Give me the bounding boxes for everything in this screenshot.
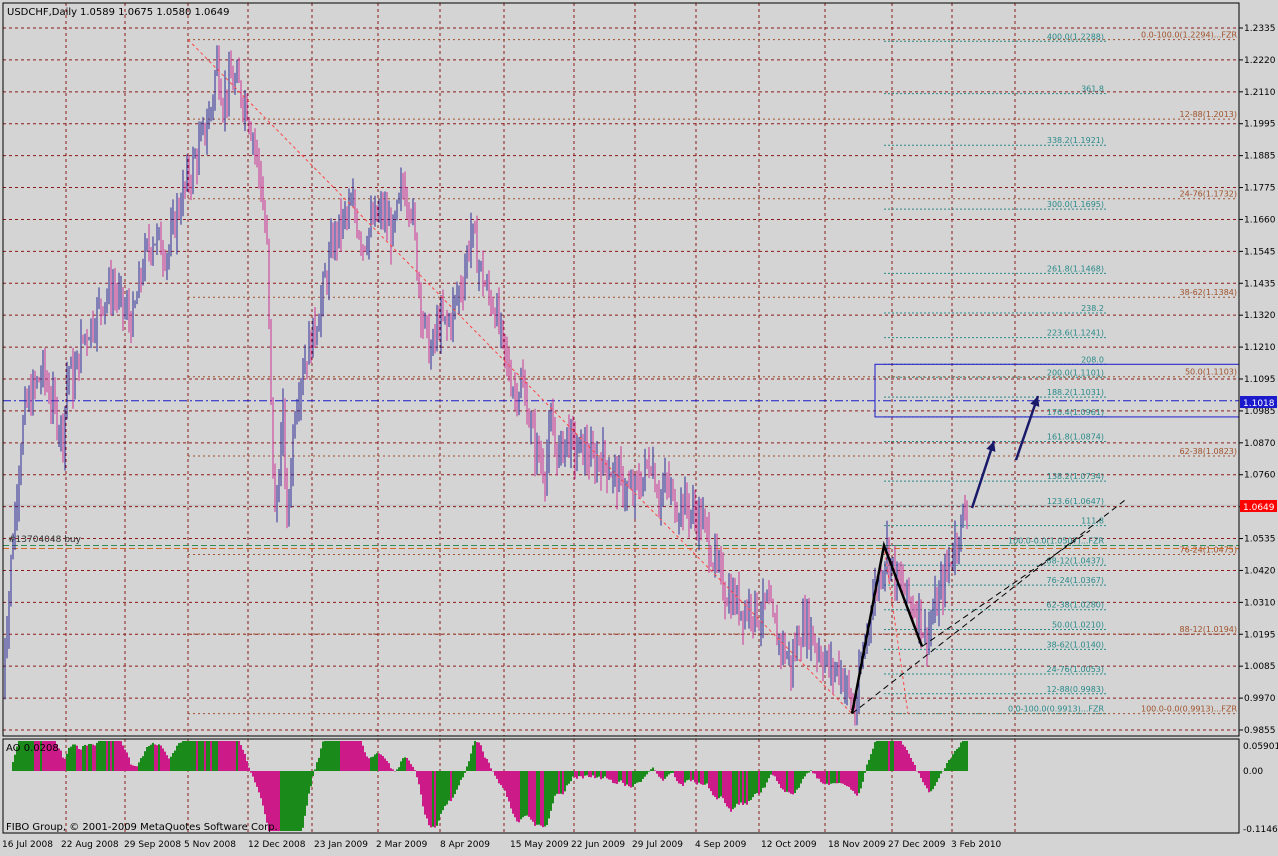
copyright-text: FIBO Group, © 2001-2009 MetaQuotes Softw… xyxy=(6,822,278,833)
fib-level-label: 338.2(1.1921) xyxy=(1047,136,1104,145)
date-tick-label: 2 Mar 2009 xyxy=(376,840,428,850)
crosshair-price-text: 1.1018 xyxy=(1243,399,1275,409)
price-tick-label: 1.1995 xyxy=(1244,120,1276,130)
fib-level-label: 261.8(1.1468) xyxy=(1047,264,1104,273)
date-tick-label: 27 Dec 2009 xyxy=(888,840,946,850)
ao-axis-bottom: -0.11469 xyxy=(1243,825,1278,835)
chart-window[interactable]: 16 Jul 2008 22 Aug 2008 29 Sep 2008 5 Nov 2… xyxy=(0,0,1278,852)
fib-level-label: 24-76(1.0053) xyxy=(1047,665,1104,674)
price-tick-label: 1.0420 xyxy=(1244,566,1276,576)
price-tick-label: 1.1545 xyxy=(1244,247,1276,257)
fib-level-label: 176.4(1.0961) xyxy=(1047,408,1104,417)
price-tick-label: 1.1660 xyxy=(1244,215,1276,225)
current-price-text: 1.0649 xyxy=(1243,503,1275,513)
fib-retracement-label: 76-24(1.0475) xyxy=(1180,546,1237,555)
fib-level-label: 188.2(1.1031) xyxy=(1047,388,1104,397)
date-tick-label: 18 Nov 2009 xyxy=(828,840,886,850)
fib-retracement-label: 100.0-0.0(0.9913)...FZR xyxy=(1141,705,1237,714)
fib-retracement-label: 88-12(1.0194) xyxy=(1180,625,1237,634)
fib-level-label: 50.0(1.0210) xyxy=(1052,621,1104,630)
fib-retracement-label: 0.0-100.0(1.2294)...FZR xyxy=(1141,31,1237,40)
fib-level-label: 238.2 xyxy=(1081,304,1104,313)
chart-background xyxy=(0,0,1278,852)
fib-level-label: 88-12(1.0437) xyxy=(1047,556,1104,565)
price-tick-label: 1.1435 xyxy=(1244,279,1276,289)
price-tick-label: 1.1095 xyxy=(1244,375,1276,385)
symbol-label: USDCHF,Daily xyxy=(7,7,77,18)
price-tick-label: 1.1210 xyxy=(1244,343,1276,353)
ao-label: AO 0.0208 xyxy=(6,743,59,754)
price-tick-label: 0.9970 xyxy=(1244,694,1276,704)
price-tick-label: 1.0085 xyxy=(1244,662,1276,672)
fib-level-label: 138.2(1.0734) xyxy=(1047,472,1104,481)
date-tick-label: 16 Jul 2008 xyxy=(2,840,53,850)
fib-level-label: 161.8(1.0874) xyxy=(1047,433,1104,442)
fib-level-label: 300.0(1.1695) xyxy=(1047,200,1104,209)
price-tick-label: 1.0535 xyxy=(1244,535,1276,545)
price-tick-label: 1.0870 xyxy=(1244,439,1276,449)
fib-level-label: 223.6(1.1241) xyxy=(1047,329,1104,338)
fib-level-label: 62-38(1.0280) xyxy=(1047,601,1104,610)
fib-level-label: 38-62(1.0140) xyxy=(1047,640,1104,649)
date-tick-label: 8 Apr 2009 xyxy=(440,840,490,850)
date-tick-label: 29 Jul 2009 xyxy=(632,840,683,850)
price-tick-label: 1.1320 xyxy=(1244,311,1276,321)
fib-retracement-label: 50.0(1.1103) xyxy=(1185,368,1237,377)
fib-level-label: 76-24(1.0367) xyxy=(1047,576,1104,585)
fib-retracement-label: 62-38(1.0823) xyxy=(1180,447,1237,456)
fib-level-label: 361.8 xyxy=(1081,85,1104,94)
price-tick-label: 1.0195 xyxy=(1244,630,1276,640)
date-tick-label: 23 Jan 2009 xyxy=(314,840,368,850)
fib-level-label: 111.8 xyxy=(1081,517,1104,526)
fib-retracement-label: 38-62(1.1384) xyxy=(1180,288,1237,297)
date-tick-label: 22 Aug 2008 xyxy=(61,840,119,850)
date-tick-label: 15 May 2009 xyxy=(510,840,569,850)
price-tick-label: 1.0310 xyxy=(1244,598,1276,608)
fib-level-label: 208.0 xyxy=(1081,355,1104,364)
fib-level-label: 123.6(1.0647) xyxy=(1047,497,1104,506)
price-tick-label: 1.1775 xyxy=(1244,184,1276,194)
fib-level-label: 12-88(0.9983) xyxy=(1047,685,1104,694)
date-tick-label: 22 Jun 2009 xyxy=(571,840,625,850)
fib-level-label: 100.0-0.0(1.0507)...FZR xyxy=(1008,536,1104,545)
date-tick-label: 4 Sep 2009 xyxy=(695,840,747,850)
date-tick-label: 29 Sep 2008 xyxy=(124,840,181,850)
price-tick-label: 1.2220 xyxy=(1244,56,1276,66)
date-tick-label: 5 Nov 2008 xyxy=(184,840,236,850)
price-tick-label: 1.0760 xyxy=(1244,471,1276,481)
fib-level-label: 400.0(1.2288) xyxy=(1047,32,1104,41)
price-chart[interactable]: 16 Jul 2008 22 Aug 2008 29 Sep 2008 5 Nov 2… xyxy=(0,0,1278,852)
ao-axis-top: 0.05901 xyxy=(1243,742,1278,752)
fib-level-label: 0.0-100.0(0.9913)...FZR xyxy=(1008,705,1104,714)
date-tick-label: 12 Dec 2008 xyxy=(248,840,306,850)
order-label: #13704048 buy xyxy=(8,535,82,545)
fib-retracement-label: 12-88(1.2013) xyxy=(1180,110,1237,119)
price-tick-label: 1.2110 xyxy=(1244,88,1276,98)
fib-retracement-label: 24-76(1.1732) xyxy=(1180,190,1237,199)
fib-level-label: 200.0(1.1101) xyxy=(1047,368,1104,377)
ohlc-values: 1.0589 1.0675 1.0580 1.0649 xyxy=(80,7,230,18)
price-tick-label: 1.2335 xyxy=(1244,24,1276,34)
price-tick-label: 1.1885 xyxy=(1244,152,1276,162)
ao-axis-zero: 0.00 xyxy=(1243,767,1263,777)
date-tick-label: 3 Feb 2010 xyxy=(951,840,1002,850)
price-tick-label: 0.9855 xyxy=(1244,726,1276,736)
date-tick-label: 12 Oct 2009 xyxy=(761,840,817,850)
